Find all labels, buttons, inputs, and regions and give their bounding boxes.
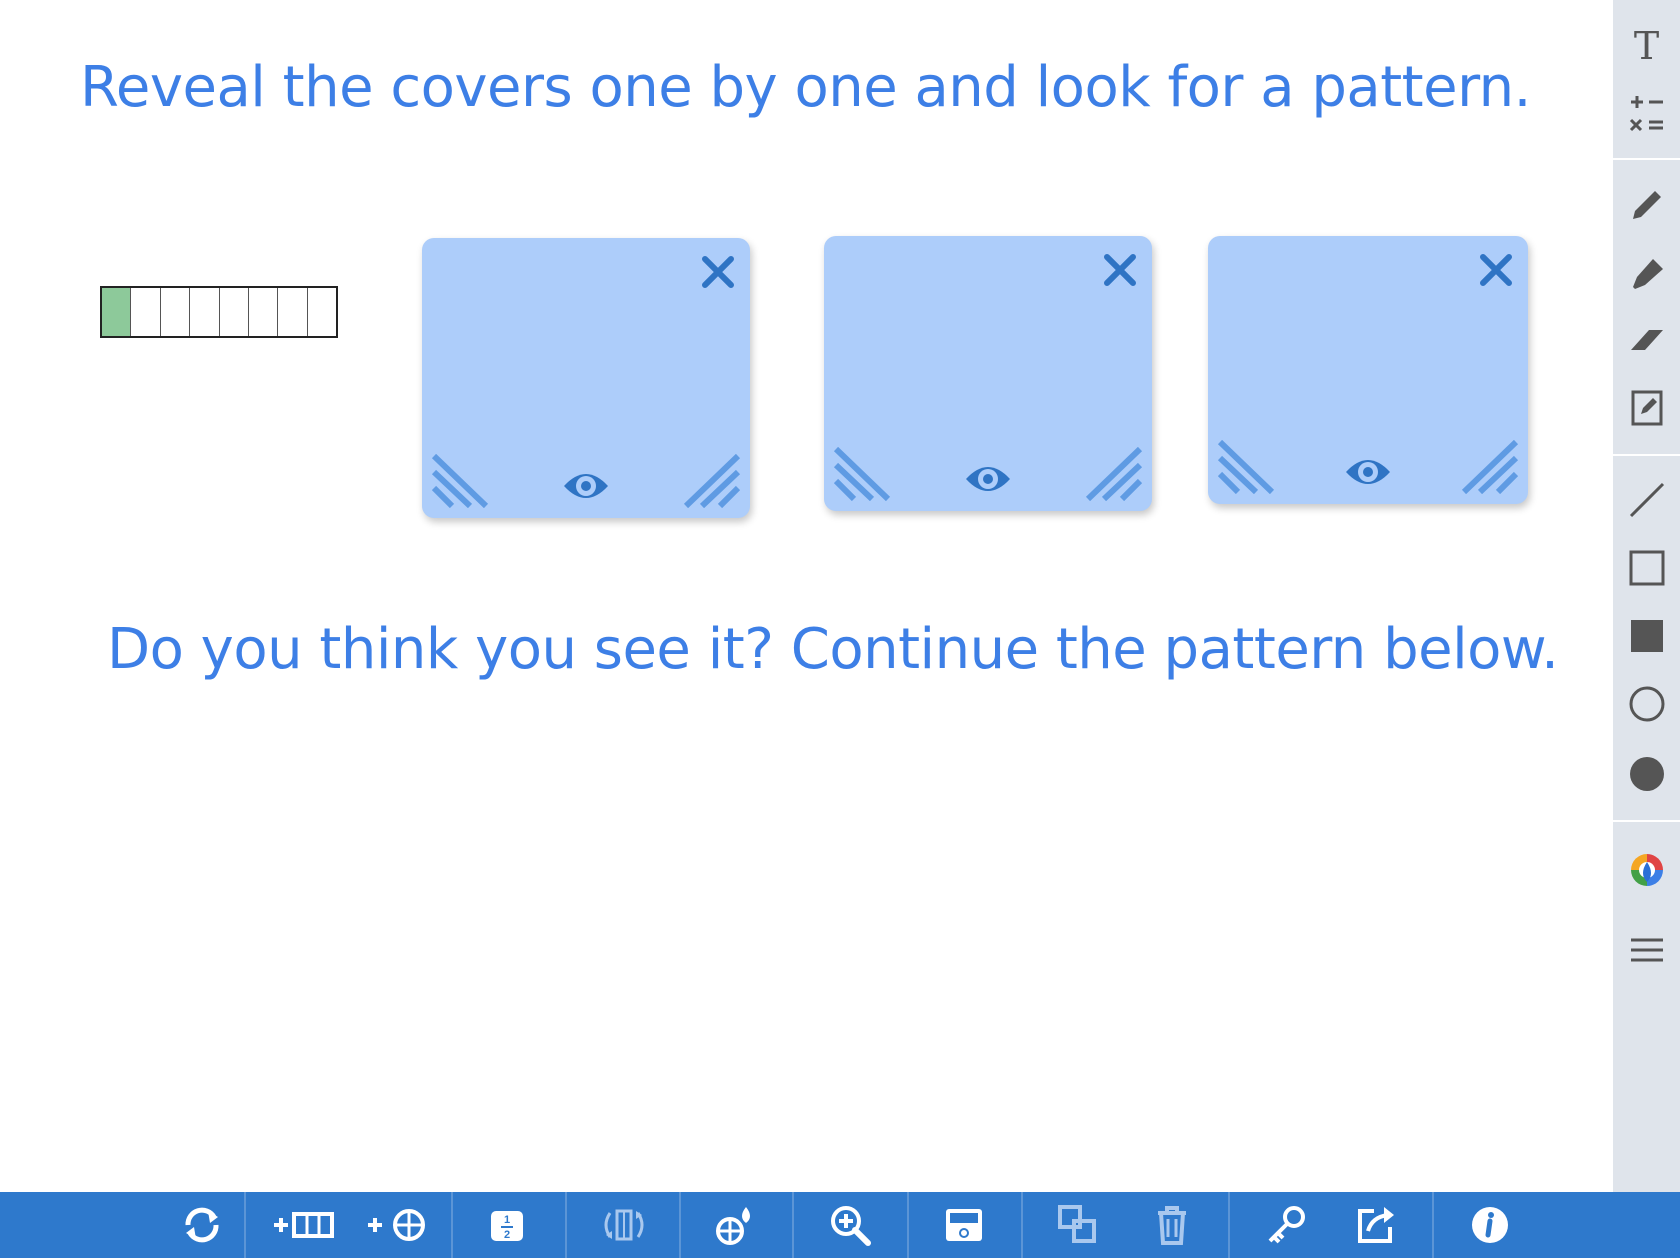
toolbar-divider	[1613, 820, 1680, 822]
toolbar-divider	[679, 1192, 681, 1258]
resize-right-icon[interactable]	[1086, 447, 1142, 501]
text-tool-button[interactable]: T	[1613, 16, 1680, 76]
share-button[interactable]	[1344, 1192, 1408, 1258]
rectangle-outline-icon	[1629, 550, 1664, 586]
reset-button[interactable]	[160, 1192, 244, 1258]
highlighter-tool-button[interactable]	[1613, 243, 1680, 303]
flip-button[interactable]	[590, 1192, 658, 1258]
close-icon[interactable]	[700, 254, 736, 290]
color-picker-icon	[1630, 854, 1663, 886]
fraction-label-icon: 12	[491, 1211, 523, 1241]
workspace-canvas[interactable]: Reveal the covers one by one and look fo…	[0, 0, 1613, 1192]
toolbar-divider	[244, 1192, 246, 1258]
circle-filled-icon	[1629, 757, 1664, 791]
trash-icon	[1158, 1206, 1186, 1245]
fraction-bar-cell[interactable]	[308, 288, 336, 336]
zoom-in-icon	[831, 1206, 871, 1246]
bottom-toolbar: 12	[0, 1192, 1680, 1258]
pen-icon	[1632, 191, 1661, 219]
fraction-bar-cell[interactable]	[278, 288, 308, 336]
color-picker-tool-button[interactable]	[1613, 840, 1680, 900]
line-icon	[1629, 482, 1664, 518]
duplicate-icon	[1058, 1205, 1096, 1243]
resize-right-icon[interactable]	[1462, 440, 1518, 494]
fraction-bar-cell[interactable]	[220, 288, 249, 336]
info-icon	[1472, 1207, 1508, 1243]
toolbar-divider	[451, 1192, 453, 1258]
toolbar-divider	[1613, 454, 1680, 456]
svg-text:1: 1	[504, 1214, 510, 1226]
flip-icon	[604, 1209, 644, 1241]
toolbar-divider	[907, 1192, 909, 1258]
fraction-bar-cell[interactable]	[102, 288, 132, 336]
eye-icon[interactable]	[561, 468, 611, 504]
svg-text:2: 2	[504, 1229, 510, 1241]
refresh-icon	[185, 1207, 219, 1243]
eraser-tool-button[interactable]	[1613, 310, 1680, 370]
key-button[interactable]	[1254, 1192, 1318, 1258]
toolbar-divider	[565, 1192, 567, 1258]
menu-tool-button[interactable]	[1613, 920, 1680, 980]
rectangle-outline-tool-button[interactable]	[1613, 538, 1680, 598]
cover-icon	[946, 1209, 982, 1241]
toolbar-divider	[792, 1192, 794, 1258]
cover-3[interactable]	[1208, 236, 1528, 504]
toolbar-divider	[1021, 1192, 1023, 1258]
eye-icon[interactable]	[1343, 454, 1393, 490]
circle-filled-tool-button[interactable]	[1613, 744, 1680, 804]
add-circle-button[interactable]	[362, 1192, 432, 1258]
fill-color-icon	[716, 1207, 750, 1245]
toolbar-divider	[1228, 1192, 1230, 1258]
toolbar-divider	[1432, 1192, 1434, 1258]
continue-pattern-heading: Do you think you see it? Continue the pa…	[107, 617, 1559, 682]
circle-outline-icon	[1629, 686, 1664, 722]
highlighter-icon	[1632, 259, 1663, 289]
resize-left-icon[interactable]	[1218, 440, 1274, 494]
duplicate-button[interactable]	[1046, 1192, 1110, 1258]
share-icon	[1358, 1207, 1394, 1243]
add-bar-button[interactable]	[268, 1192, 338, 1258]
eye-icon[interactable]	[963, 461, 1013, 497]
note-edit-icon	[1631, 390, 1662, 426]
fraction-bar-cell[interactable]	[249, 288, 279, 336]
fill-color-button[interactable]	[704, 1192, 768, 1258]
line-tool-button[interactable]	[1613, 470, 1680, 530]
math-text-tool-button[interactable]	[1613, 82, 1680, 142]
right-toolbar: T	[1613, 0, 1680, 1192]
fraction-bar-cell[interactable]	[161, 288, 191, 336]
rectangle-filled-icon	[1630, 620, 1663, 652]
resize-left-icon[interactable]	[834, 447, 890, 501]
fraction-bar-cell[interactable]	[190, 288, 220, 336]
fraction-bar[interactable]	[100, 286, 338, 338]
close-icon[interactable]	[1102, 252, 1138, 288]
close-icon[interactable]	[1478, 252, 1514, 288]
note-tool-button[interactable]	[1613, 378, 1680, 438]
info-button[interactable]	[1458, 1192, 1522, 1258]
delete-button[interactable]	[1140, 1192, 1204, 1258]
cover-button[interactable]	[932, 1192, 996, 1258]
math-symbols-icon	[1629, 96, 1663, 132]
resize-left-icon[interactable]	[432, 454, 488, 508]
circle-outline-tool-button[interactable]	[1613, 674, 1680, 734]
key-icon	[1268, 1206, 1305, 1244]
fraction-bar-cell[interactable]	[131, 288, 161, 336]
menu-icon	[1630, 938, 1663, 962]
cover-2[interactable]	[824, 236, 1152, 511]
fraction-label-button[interactable]: 12	[476, 1192, 538, 1258]
resize-right-icon[interactable]	[684, 454, 740, 508]
zoom-button[interactable]	[818, 1192, 882, 1258]
add-bar-icon	[274, 1212, 334, 1238]
rectangle-filled-tool-button[interactable]	[1613, 606, 1680, 666]
toolbar-divider	[1613, 158, 1680, 160]
text-tool-icon: T	[1633, 24, 1660, 68]
pen-tool-button[interactable]	[1613, 175, 1680, 235]
instruction-heading: Reveal the covers one by one and look fo…	[80, 55, 1531, 120]
cover-1[interactable]	[422, 238, 750, 518]
add-circle-icon	[368, 1209, 425, 1241]
eraser-icon	[1630, 330, 1663, 350]
